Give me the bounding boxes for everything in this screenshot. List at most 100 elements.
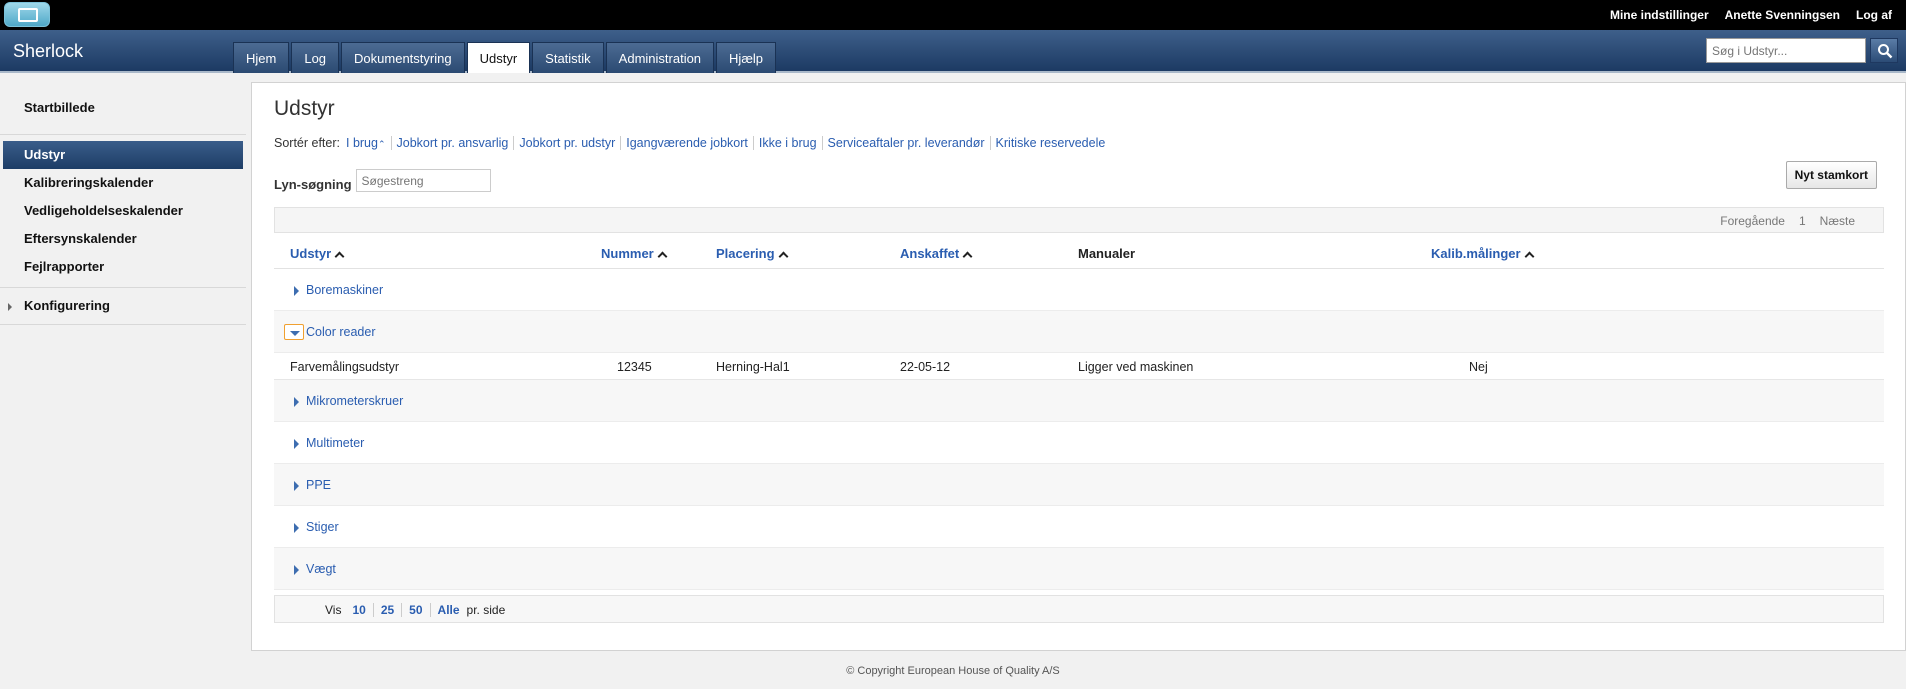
sidebar-section-udstyr: Udstyr Kalibreringskalender Vedligeholde…	[0, 135, 246, 288]
group-label[interactable]: PPE	[306, 478, 331, 492]
sort-bar: Sortér efter: I brug⌃ Jobkort pr. ansvar…	[274, 136, 1110, 150]
group-row-vaegt[interactable]: Vægt	[274, 548, 1884, 590]
rows-per-page-10[interactable]: 10	[345, 603, 372, 617]
sort-kritiske-reservedele-link[interactable]: Kritiske reservedele	[989, 136, 1111, 150]
sidebar-item-eftersynskalender[interactable]: Eftersynskalender	[0, 225, 246, 253]
sort-asc-icon	[657, 251, 668, 262]
sort-option-label: I brug	[346, 136, 378, 150]
tab-administration[interactable]: Administration	[605, 42, 715, 73]
cell-kalib: Nej	[1469, 360, 1488, 374]
group-label[interactable]: Boremaskiner	[306, 283, 383, 297]
my-settings-link[interactable]: Mine indstillinger	[1610, 8, 1709, 22]
header-search	[1706, 38, 1866, 63]
group-row-boremaskiner[interactable]: Boremaskiner	[274, 269, 1884, 311]
main-header: Sherlock Hjem Log Dokumentstyring Udstyr…	[0, 30, 1906, 73]
column-header-placering[interactable]: Placering	[716, 246, 788, 262]
group-label[interactable]: Vægt	[306, 562, 336, 576]
cell-manualer: Ligger ved maskinen	[1078, 360, 1194, 374]
column-header-anskaffet[interactable]: Anskaffet	[900, 246, 973, 262]
sidebar-item-kalibreringskalender[interactable]: Kalibreringskalender	[0, 169, 246, 197]
pager-page[interactable]: 1	[1799, 214, 1806, 228]
search-icon	[1878, 44, 1893, 59]
tab-hjaelp[interactable]: Hjælp	[716, 42, 777, 73]
search-button[interactable]	[1870, 38, 1898, 63]
cell-anskaffet: 22-05-12	[900, 360, 951, 374]
sort-i-brug-link[interactable]: I brug⌃	[346, 136, 391, 150]
sidebar-item-konfigurering[interactable]: Konfigurering	[0, 292, 246, 320]
sort-asc-icon	[778, 251, 788, 262]
column-header-nummer[interactable]: Nummer	[601, 246, 668, 262]
sidebar-item-label: Konfigurering	[24, 298, 110, 313]
sort-label: Sortér efter:	[274, 136, 340, 150]
cell-placering: Herning-Hal1	[716, 360, 790, 374]
sort-asc-icon	[1524, 251, 1535, 262]
user-name-link[interactable]: Anette Svenningsen	[1725, 8, 1840, 22]
group-label[interactable]: Stiger	[306, 520, 339, 534]
column-header-udstyr[interactable]: Udstyr	[290, 246, 345, 262]
expand-arrow-icon[interactable]	[294, 439, 299, 449]
group-label[interactable]: Color reader	[306, 325, 375, 339]
tab-statistik[interactable]: Statistik	[532, 42, 604, 73]
rows-per-page-prefix: Vis	[325, 603, 342, 617]
sort-serviceaftaler-link[interactable]: Serviceaftaler pr. leverandør	[821, 136, 990, 150]
sort-jobkort-udstyr-link[interactable]: Jobkort pr. udstyr	[513, 136, 620, 150]
logout-link[interactable]: Log af	[1856, 8, 1892, 22]
sidebar-section-top: Startbillede	[0, 82, 246, 135]
search-input[interactable]	[1706, 38, 1866, 63]
group-label[interactable]: Mikrometerskruer	[306, 394, 403, 408]
rows-per-page-suffix: pr. side	[466, 603, 506, 617]
collapse-arrow-icon[interactable]	[284, 324, 304, 340]
rows-per-page-25[interactable]: 25	[372, 603, 401, 617]
new-record-button[interactable]: Nyt stamkort	[1785, 161, 1877, 189]
sort-igangvaerende-link[interactable]: Igangværende jobkort	[620, 136, 753, 150]
group-row-mikrometerskruer[interactable]: Mikrometerskruer	[274, 380, 1884, 422]
expand-arrow-icon	[8, 303, 12, 311]
sort-ikke-i-brug-link[interactable]: Ikke i brug	[752, 136, 822, 150]
sidebar-item-udstyr[interactable]: Udstyr	[3, 141, 243, 169]
cell-nummer: 12345	[617, 360, 652, 374]
tab-log[interactable]: Log	[291, 42, 340, 73]
sort-asc-icon	[334, 251, 345, 262]
column-label: Anskaffet	[900, 246, 960, 261]
group-row-multimeter[interactable]: Multimeter	[274, 422, 1884, 464]
column-header-kalib[interactable]: Kalib.målinger	[1431, 246, 1535, 262]
table-header: Udstyr Nummer Placering Anskaffet Manual…	[274, 237, 1884, 269]
column-label: Kalib.målinger	[1431, 246, 1521, 261]
footer-copyright: © Copyright European House of Quality A/…	[846, 665, 1060, 677]
sort-asc-icon	[962, 251, 973, 262]
tab-udstyr[interactable]: Udstyr	[466, 42, 531, 73]
table-row[interactable]: Farvemålingsudstyr 12345 Herning-Hal1 22…	[274, 353, 1884, 380]
cell-udstyr: Farvemålingsudstyr	[290, 360, 400, 374]
user-links: Mine indstillinger Anette Svenningsen Lo…	[1610, 8, 1892, 22]
pager-bar: Foregående 1 Næste	[274, 207, 1884, 233]
sidebar-item-vedligeholdelseskalender[interactable]: Vedligeholdelseskalender	[0, 197, 246, 225]
sidebar-item-startbillede[interactable]: Startbillede	[0, 82, 246, 134]
expand-arrow-icon[interactable]	[294, 481, 299, 491]
pager-next[interactable]: Næste	[1820, 214, 1855, 228]
expand-arrow-icon[interactable]	[294, 523, 299, 533]
group-label[interactable]: Multimeter	[306, 436, 364, 450]
group-row-ppe[interactable]: PPE	[274, 464, 1884, 506]
sidebar-item-fejlrapporter[interactable]: Fejlrapporter	[0, 253, 246, 281]
main-panel: Udstyr Sortér efter: I brug⌃ Jobkort pr.…	[251, 82, 1906, 651]
rows-per-page-50[interactable]: 50	[401, 603, 429, 617]
pager-prev[interactable]: Foregående	[1720, 214, 1785, 228]
expand-arrow-icon[interactable]	[294, 397, 299, 407]
page-title: Udstyr	[274, 97, 335, 120]
tab-hjem[interactable]: Hjem	[233, 42, 290, 73]
quick-search-input[interactable]	[355, 169, 491, 192]
rows-per-page-alle[interactable]: Alle	[429, 603, 467, 617]
column-header-manualer: Manualer	[1078, 246, 1136, 261]
group-row-color-reader[interactable]: Color reader	[274, 311, 1884, 353]
app-title: Sherlock	[13, 41, 84, 61]
expand-arrow-icon[interactable]	[294, 565, 299, 575]
app-logo-icon[interactable]	[4, 2, 50, 27]
group-row-stiger[interactable]: Stiger	[274, 506, 1884, 548]
sort-jobkort-ansvarlig-link[interactable]: Jobkort pr. ansvarlig	[390, 136, 514, 150]
top-bar: Mine indstillinger Anette Svenningsen Lo…	[0, 0, 1906, 30]
sidebar-section-konfig: Konfigurering	[0, 288, 246, 325]
sidebar: Startbillede Udstyr Kalibreringskalender…	[0, 82, 246, 325]
expand-arrow-icon[interactable]	[294, 286, 299, 296]
column-label: Udstyr	[290, 246, 332, 261]
tab-dokumentstyring[interactable]: Dokumentstyring	[341, 42, 465, 73]
